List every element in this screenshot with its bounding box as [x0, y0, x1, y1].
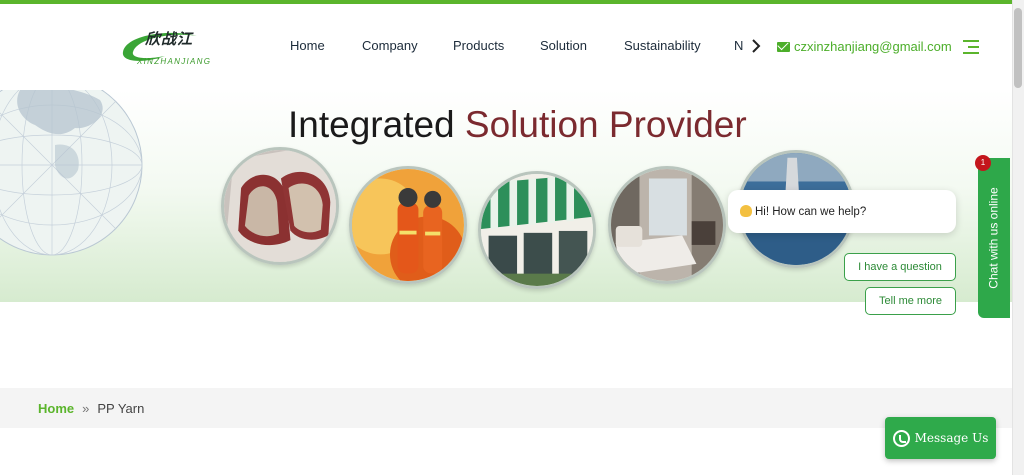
product-image-car-seats[interactable]	[221, 147, 339, 265]
nav-item-sustainability[interactable]: Sustainability	[624, 38, 701, 53]
chat-option-tell-more-button[interactable]: Tell me more	[865, 287, 956, 315]
breadcrumb-home-link[interactable]: Home	[38, 401, 74, 416]
banner-title: Integrated Solution Provider	[288, 104, 747, 145]
logo-chinese-text: 欣战江	[145, 30, 194, 48]
chat-tab-label-wrap[interactable]: Chat with us online	[978, 158, 1010, 318]
whatsapp-label: Message Us	[914, 431, 989, 445]
logo-english-text: XINZHANJIANG	[137, 57, 212, 66]
product-image-bedroom[interactable]	[608, 166, 726, 284]
nav-item-home[interactable]: Home	[290, 38, 325, 53]
logo[interactable]: 欣战江 XINZHANJIANG	[115, 22, 210, 72]
chat-greeting-bubble[interactable]: Hi! How can we help?	[728, 190, 956, 233]
top-accent-bar	[0, 0, 1012, 4]
envelope-icon	[777, 41, 790, 52]
nav-item-solution[interactable]: Solution	[540, 38, 587, 53]
chat-greeting-text: Hi! How can we help?	[755, 206, 867, 218]
breadcrumb-separator: »	[82, 401, 90, 416]
breadcrumb-current: PP Yarn	[97, 401, 145, 416]
nav-item-company[interactable]: Company	[362, 38, 418, 53]
nav-next-chevron-icon[interactable]	[749, 37, 763, 55]
email-link[interactable]: czxinzhanjiang@gmail.com	[777, 39, 952, 54]
chat-option-question-button[interactable]: I have a question	[844, 253, 956, 281]
hamburger-menu-icon[interactable]	[963, 40, 979, 54]
nav-item-truncated[interactable]: N	[734, 38, 743, 53]
product-image-awning[interactable]	[478, 171, 596, 289]
breadcrumb-bar	[0, 388, 1012, 428]
email-address: czxinzhanjiang@gmail.com	[794, 39, 952, 54]
chat-tab-label: Chat with us online	[987, 187, 1002, 289]
waving-hand-icon	[740, 205, 752, 217]
banner-title-accent: Solution Provider	[464, 104, 747, 145]
nav-item-products[interactable]: Products	[453, 38, 504, 53]
chat-notification-badge: 1	[975, 155, 991, 171]
product-image-firefighters[interactable]	[349, 166, 467, 284]
breadcrumb: Home » PP Yarn	[38, 401, 144, 416]
scrollbar-thumb[interactable]	[1014, 8, 1022, 88]
whatsapp-message-button[interactable]: Message Us	[885, 417, 996, 459]
whatsapp-icon	[892, 429, 910, 447]
globe-wireframe-icon	[0, 90, 143, 256]
